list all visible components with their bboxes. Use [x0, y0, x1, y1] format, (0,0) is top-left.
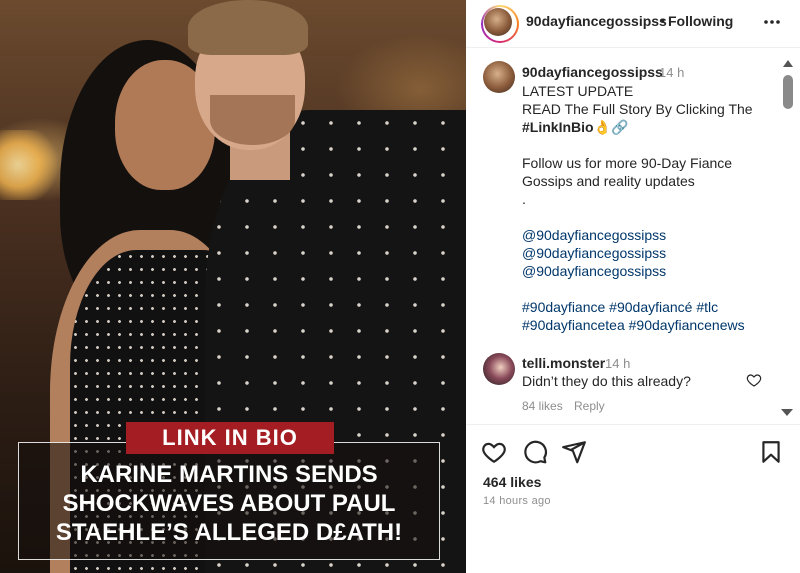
- caption-timestamp: 14 h: [659, 65, 685, 80]
- caption-line: Follow us for more 90-Day Fiance: [522, 155, 733, 171]
- background-lamp: [0, 130, 60, 200]
- post-panel: 90dayfiancegossipss • Following 90dayfia…: [466, 0, 800, 573]
- hashtag-link[interactable]: #90dayfiancetea #90dayfiancenews: [522, 316, 772, 334]
- share-icon[interactable]: [561, 439, 587, 465]
- comment-icon[interactable]: [522, 439, 548, 465]
- caption-avatar[interactable]: [483, 61, 515, 93]
- hashtag-link[interactable]: #LinkInBio👌🔗: [522, 118, 772, 136]
- following-button[interactable]: Following: [668, 13, 733, 29]
- mention-link[interactable]: @90dayfiancegossipss: [522, 226, 772, 244]
- hashtag-link[interactable]: #90dayfiance #90dayfiancé #tlc: [522, 298, 772, 316]
- reply-button[interactable]: Reply: [574, 399, 605, 413]
- more-horizontal-icon[interactable]: [760, 10, 784, 34]
- man-hair: [188, 0, 308, 55]
- caption-text: LATEST UPDATE READ The Full Story By Cli…: [522, 82, 772, 334]
- comments-scroll-area[interactable]: 90dayfiancegossipss 14 h LATEST UPDATE R…: [466, 49, 800, 423]
- comment-username[interactable]: telli.monster: [522, 355, 605, 371]
- post-header: 90dayfiancegossipss • Following: [466, 0, 800, 48]
- caption-line: [522, 208, 772, 226]
- caption-line: Gossips and reality updates: [522, 173, 695, 189]
- caption-line: [522, 136, 772, 154]
- post-headline: KARINE MARTINS SENDS SHOCKWAVES ABOUT PA…: [55, 461, 403, 546]
- header-username[interactable]: 90dayfiancegossipss: [526, 13, 667, 29]
- post-actions: 464 likes 14 hours ago: [466, 424, 800, 573]
- comment-text: Didn’t they do this already?: [522, 373, 691, 389]
- caption-line: .: [522, 191, 526, 207]
- likes-count[interactable]: 464 likes: [483, 474, 541, 490]
- bookmark-icon[interactable]: [758, 439, 784, 465]
- link-in-bio-tag: LINK IN BIO: [126, 422, 334, 454]
- scrollbar-thumb[interactable]: [783, 75, 793, 109]
- post-timestamp: 14 hours ago: [483, 495, 551, 507]
- comment-likes[interactable]: 84 likes: [522, 399, 563, 413]
- post-image[interactable]: KARINE MARTINS SENDS SHOCKWAVES ABOUT PA…: [0, 0, 466, 573]
- mention-link[interactable]: @90dayfiancegossipss: [522, 244, 772, 262]
- caption-username[interactable]: 90dayfiancegossipss: [522, 64, 663, 80]
- scroll-up-arrow-icon[interactable]: [783, 60, 793, 67]
- scroll-down-arrow-icon[interactable]: [781, 409, 793, 416]
- comment-timestamp: 14 h: [605, 356, 631, 371]
- caption-line: [522, 280, 772, 298]
- mention-link[interactable]: @90dayfiancegossipss: [522, 262, 772, 280]
- avatar[interactable]: [484, 8, 512, 36]
- separator-dot: •: [660, 12, 665, 28]
- comment-heart-icon[interactable]: [746, 372, 762, 388]
- story-ring[interactable]: [481, 5, 519, 43]
- caption-line: LATEST UPDATE: [522, 83, 634, 99]
- caption-line: READ The Full Story By Clicking The: [522, 101, 753, 117]
- heart-icon[interactable]: [481, 439, 507, 465]
- man-beard: [210, 95, 295, 145]
- comment-avatar[interactable]: [483, 353, 515, 385]
